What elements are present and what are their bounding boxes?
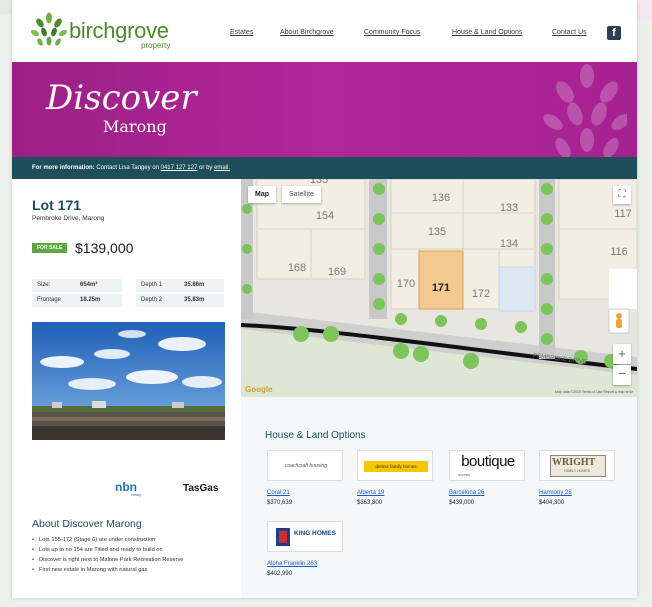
lot-label: 117 — [614, 208, 632, 220]
contact-info-bar: For more information: Contact Lisa Tange… — [12, 157, 637, 179]
nav-community-focus[interactable]: Community Focus — [364, 29, 420, 36]
lot-label: 134 — [500, 238, 518, 250]
tasgas-logo: TasGas — [183, 483, 219, 494]
builder-price: $402,990 — [267, 571, 293, 577]
spec-value: 35.83m — [184, 297, 205, 303]
coachcraft-logo: coachcraft housing — [267, 450, 343, 481]
info-lead: For more information: — [32, 165, 95, 171]
builder-name[interactable]: Harmony 28 — [539, 490, 572, 496]
builder-logo-text: coachcraft housing — [285, 463, 327, 469]
map-canvas: 135 136 133 154 117 135 134 168 169 116 … — [241, 179, 637, 397]
fullscreen-icon[interactable]: ⛶ — [613, 186, 631, 204]
facebook-icon[interactable]: f — [607, 26, 621, 40]
spec-label: Depth 1 — [141, 282, 163, 288]
lot-label: 135 — [310, 179, 328, 186]
for-sale-badge: FOR SALE — [32, 243, 68, 253]
web-page: birchgrove property Estates About Birchg… — [12, 0, 637, 598]
wright-logo: WRIGHT FAMILY HOMES — [539, 450, 615, 481]
list-item: Discover is right next to Malone Park Re… — [32, 557, 232, 564]
nav-estates[interactable]: Estates — [230, 29, 253, 36]
estate-map[interactable]: 135 136 133 154 117 135 134 168 169 116 … — [241, 179, 637, 397]
builder-name[interactable]: Barcelona 26 — [449, 490, 484, 496]
lot-address: Pembroke Drive, Marong — [32, 215, 105, 222]
banner-subtitle: Marong — [103, 117, 167, 136]
nav-contact-us[interactable]: Contact Us — [552, 29, 587, 36]
banner-title: Discover — [46, 78, 197, 118]
lot-label: 168 — [288, 262, 306, 274]
lot-label: 133 — [500, 202, 518, 214]
info-text: Contact Lisa Tangey on — [94, 165, 161, 171]
spec-frontage: Frontage 18.25m — [32, 294, 122, 307]
builder-logo-text: KING HOMES — [294, 530, 336, 537]
spec-label: Frontage — [37, 297, 62, 303]
builder-logo-text: boutique — [461, 453, 515, 470]
dennis-family-logo: dennis family homes — [357, 450, 433, 481]
spec-label: Size: — [37, 282, 51, 288]
builder-logo-sub: FAMILY HOMES — [564, 469, 590, 473]
builder-logo-sub: homes — [458, 472, 471, 477]
site-header: birchgrove property Estates About Birchg… — [12, 0, 637, 62]
builder-price: $370,639 — [267, 500, 293, 506]
spec-depth-2: Depth 2 35.83m — [136, 294, 224, 307]
boutique-logo: boutique homes — [449, 450, 525, 481]
king-homes-logo: KING HOMES — [267, 521, 343, 552]
builder-price: $363,800 — [357, 500, 383, 506]
lot-title: Lot 171 — [32, 197, 82, 213]
estate-photo-image — [32, 322, 225, 440]
spec-label: Depth 2 — [141, 297, 163, 303]
hero-banner: Discover Marong — [12, 62, 637, 157]
list-item: Lots 155-172 (Stage 6) are under constru… — [32, 537, 232, 544]
zoom-out-button[interactable]: − — [613, 365, 631, 385]
nav-house-land-options[interactable]: House & Land Options — [452, 29, 522, 36]
decorative-leaves-icon — [543, 64, 627, 157]
estate-photo[interactable] — [32, 322, 225, 440]
email-link[interactable]: email. — [214, 165, 230, 171]
map-type-map-button[interactable]: Map — [248, 186, 276, 203]
list-item: Lots up to no 154 are Titled and ready t… — [32, 547, 232, 554]
about-list: Lots 155-172 (Stage 6) are under constru… — [32, 537, 232, 577]
zoom-in-button[interactable]: + — [613, 344, 631, 364]
lot-label: 116 — [610, 246, 628, 258]
builder-logo-text: WRIGHT — [552, 457, 596, 468]
info-or: or by — [197, 165, 214, 171]
birchgrove-logo[interactable]: birchgrove property — [31, 12, 181, 54]
house-land-heading: House & Land Options — [265, 430, 366, 441]
nav-about-birchgrove[interactable]: About Birchgrove — [280, 29, 334, 36]
lot-label: 136 — [432, 192, 450, 204]
lot-label: 154 — [316, 210, 334, 222]
birchgrove-leaf-icon — [31, 12, 67, 46]
lot-label-selected: 171 — [432, 282, 450, 294]
brand-subtitle: property — [141, 41, 171, 50]
lot-price: $139,000 — [75, 240, 134, 256]
builder-name[interactable]: Alberta 19 — [357, 490, 384, 496]
lot-label: 169 — [328, 266, 346, 278]
builder-name[interactable]: Coral 21 — [267, 490, 290, 496]
builder-price: $404,300 — [539, 500, 565, 506]
map-attribution: Map data ©2019 Terms of Use Report a map… — [555, 390, 634, 394]
phone-link[interactable]: 0417 127 127 — [161, 165, 198, 171]
google-logo: Google — [245, 385, 273, 394]
list-item: First new estate in Marong with natural … — [32, 567, 232, 574]
spec-value: 18.25m — [80, 297, 101, 303]
lot-label: 135 — [428, 226, 446, 238]
builder-logo-text: dennis family homes — [364, 461, 428, 472]
builder-name[interactable]: Alpha Franklin 263 — [267, 561, 317, 567]
about-heading: About Discover Marong — [32, 518, 142, 530]
lot-label: 172 — [472, 288, 490, 300]
spec-depth-1: Depth 1 35.86m — [136, 279, 224, 292]
house-land-section: House & Land Options coachcraft housing … — [241, 397, 637, 598]
lot-label: 170 — [397, 278, 415, 290]
spec-size: Size: 654m² — [32, 279, 122, 292]
nbn-logo-sub: ready — [131, 492, 142, 497]
map-type-satellite-button[interactable]: Satellite — [282, 186, 321, 203]
spec-value: 654m² — [80, 282, 98, 288]
spec-value: 35.86m — [184, 282, 205, 288]
builder-price: $439,000 — [449, 500, 475, 506]
